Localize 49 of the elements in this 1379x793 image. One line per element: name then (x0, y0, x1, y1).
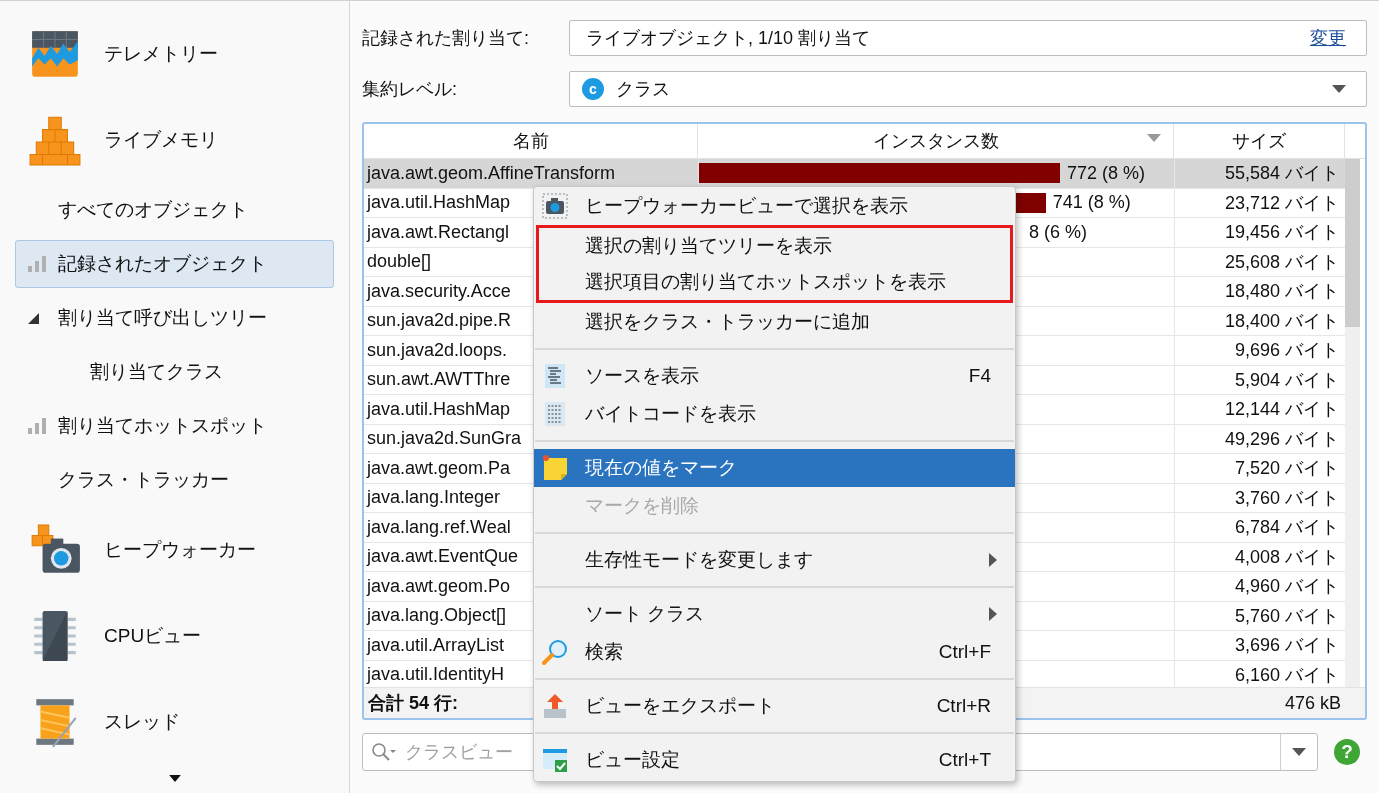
class-badge: c (582, 78, 604, 100)
table-cell-text: 12,144 バイト (1224, 398, 1339, 422)
table-cell: double[] (367, 251, 432, 273)
table-cell-text: 19,456 バイト (1224, 221, 1339, 245)
field-label: 集約レベル: (362, 78, 458, 101)
table-cell-text: 23,712 バイト (1224, 191, 1339, 215)
table-cell: 8 (6 %) (1029, 221, 1088, 243)
table-cell: 772 (8 %) (1067, 162, 1146, 184)
table-cell-text: 49,296 バイト (1224, 427, 1339, 451)
table-cell: 741 (8 %) (1052, 192, 1131, 214)
field-label: 記録された割り当て: (362, 27, 530, 50)
shortcut-label: Ctrl+T (938, 749, 991, 771)
table-cell-text: 25,608 バイト (1224, 250, 1339, 274)
table-cell: sun.awt.AWTThre (367, 369, 511, 391)
table-cell-text: 4,960 バイト (1234, 575, 1339, 599)
table-cell-text: 55,584 バイト (1224, 162, 1339, 186)
table-cell: sun.java2d.loops. (367, 339, 508, 361)
table-cell: java.util.ArrayList (367, 634, 505, 656)
table-cell-text: 6,784 バイト (1234, 516, 1339, 540)
table-cell: java.awt.geom.Po (367, 575, 511, 597)
shortcut-label: Ctrl+F (938, 641, 991, 663)
table-cell-text: 6,160 バイト (1234, 663, 1339, 687)
table-cell-text: 5,904 バイト (1234, 368, 1339, 392)
table-cell-text: 5,760 バイト (1234, 604, 1339, 628)
table-cell: java.lang.Object[] (367, 605, 507, 627)
table-cell: java.util.HashMap (367, 192, 511, 214)
table-cell: java.lang.Integer (367, 487, 501, 509)
table-cell: java.security.Acce (367, 280, 511, 302)
table-cell-text: 3,696 バイト (1234, 634, 1339, 658)
table-cell-text: 9,696 バイト (1234, 339, 1339, 363)
table-cell-text: 18,480 バイト (1224, 280, 1339, 304)
table-cell: java.awt.Rectangl (367, 221, 510, 243)
table-cell: java.awt.EventQue (367, 546, 519, 568)
table-cell: sun.java2d.pipe.R (367, 310, 512, 332)
table-cell: sun.java2d.SunGra (367, 428, 522, 450)
table-cell: java.util.IdentityH (367, 664, 505, 686)
table-cell: java.lang.ref.Weal (367, 516, 511, 538)
table-cell-text: 3,760 バイト (1234, 486, 1339, 510)
table-cell: java.awt.geom.Pa (367, 457, 511, 479)
table-cell-text: 18,400 バイト (1224, 309, 1339, 333)
table-cell-text: 7,520 バイト (1234, 457, 1339, 481)
shortcut-label: F4 (968, 365, 991, 387)
table-cell: java.util.HashMap (367, 398, 511, 420)
shortcut-label: Ctrl+R (936, 695, 991, 717)
table-cell: java.awt.geom.AffineTransform (367, 162, 616, 184)
total-size: 476 kB (1283, 692, 1342, 714)
total-label: 合計 54 行: (368, 693, 459, 713)
table-cell-text: 4,008 バイト (1234, 545, 1339, 569)
field-value: ライブオブジェクト, 1/10 割り当て (586, 27, 872, 50)
